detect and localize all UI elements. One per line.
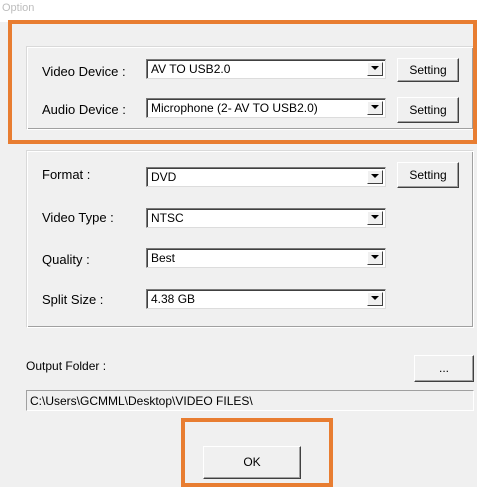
video-type-value: NTSC — [151, 211, 184, 225]
audio-device-select[interactable]: Microphone (2- AV TO USB2.0) — [146, 98, 386, 118]
video-device-label: Video Device : — [42, 64, 126, 79]
options-dialog: Option Video Device : AV TO USB2.0 Setti… — [0, 0, 477, 487]
chevron-down-icon[interactable] — [367, 211, 383, 225]
dialog-title: Option — [0, 0, 477, 22]
audio-device-value: Microphone (2- AV TO USB2.0) — [151, 101, 318, 115]
video-device-value: AV TO USB2.0 — [151, 62, 231, 76]
output-folder-label: Output Folder : — [26, 359, 107, 373]
quality-value: Best — [151, 251, 176, 265]
ok-button[interactable]: OK — [203, 446, 301, 479]
video-device-setting-button[interactable]: Setting — [397, 58, 459, 82]
format-label: Format : — [42, 167, 91, 182]
output-folder-path[interactable]: C:\Users\GCMML\Desktop\VIDEO FILES\ — [26, 390, 474, 411]
chevron-down-icon[interactable] — [367, 292, 383, 306]
format-value: DVD — [151, 170, 177, 184]
chevron-down-icon[interactable] — [367, 101, 383, 115]
quality-label: Quality : — [42, 252, 90, 267]
audio-device-setting-button[interactable]: Setting — [397, 97, 459, 123]
quality-select[interactable]: Best — [146, 248, 386, 268]
split-size-label: Split Size : — [42, 292, 104, 307]
chevron-down-icon[interactable] — [367, 251, 383, 265]
video-type-label: Video Type : — [42, 210, 114, 225]
video-type-select[interactable]: NTSC — [146, 208, 386, 228]
browse-folder-button[interactable]: ... — [414, 355, 474, 382]
split-size-select[interactable]: 4.38 GB — [146, 289, 386, 309]
audio-device-label: Audio Device : — [42, 102, 126, 117]
chevron-down-icon[interactable] — [367, 170, 383, 184]
format-setting-button[interactable]: Setting — [397, 162, 459, 188]
split-size-value: 4.38 GB — [151, 292, 196, 306]
format-select[interactable]: DVD — [146, 167, 386, 187]
video-device-select[interactable]: AV TO USB2.0 — [146, 59, 386, 79]
chevron-down-icon[interactable] — [367, 62, 383, 76]
